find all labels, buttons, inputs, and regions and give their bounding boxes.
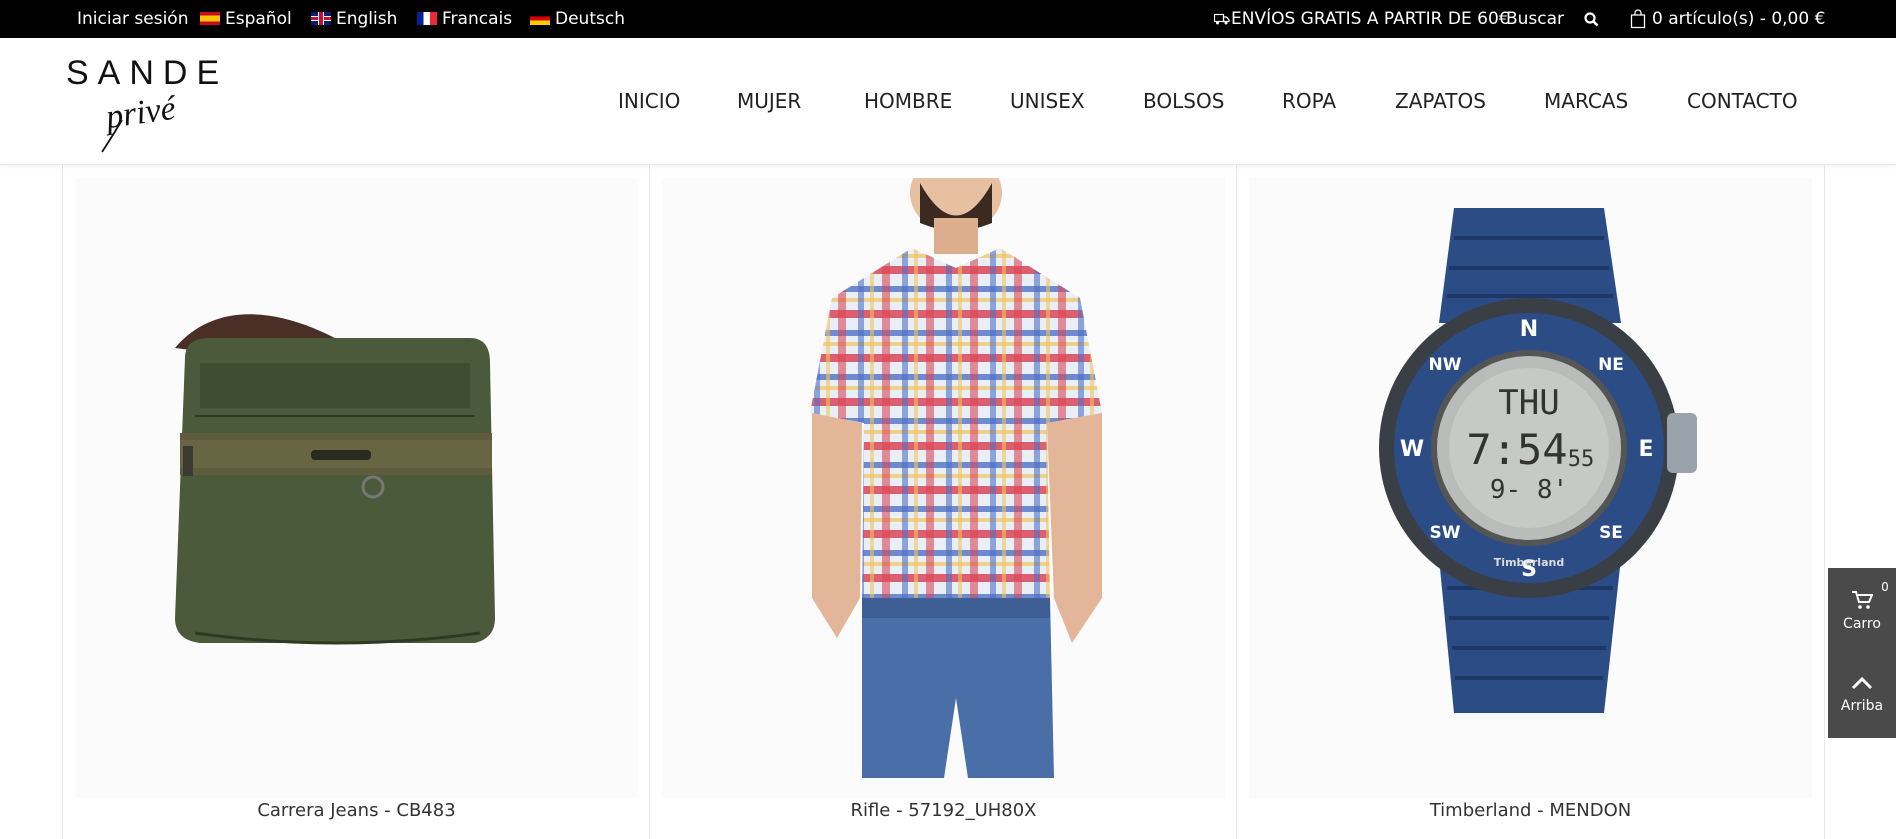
nav-mujer[interactable]: MUJER (737, 38, 801, 164)
watch-e: E (1638, 437, 1653, 462)
product-name[interactable]: Rifle - 57192_UH80X (650, 800, 1237, 821)
product-card[interactable]: N S W E NE NW SE SW THU 7:54 55 9- 8' Ti… (1236, 164, 1825, 839)
france-flag-icon (417, 11, 437, 25)
search-icon[interactable] (1584, 0, 1599, 38)
spain-flag-icon (200, 11, 220, 25)
floating-side-panel: 0 Carro Arriba (1828, 568, 1896, 738)
side-cart-button[interactable]: 0 Carro (1828, 568, 1896, 652)
nav-marcas[interactable]: MARCAS (1544, 38, 1628, 164)
chevron-up-icon (1851, 676, 1873, 690)
language-fr[interactable]: Francais (417, 0, 512, 38)
logo-brand: SANDE (66, 54, 226, 92)
watch-brand: Timberland (1494, 556, 1564, 569)
watch-line3: 9- 8' (1490, 475, 1568, 505)
product-name[interactable]: Carrera Jeans - CB483 (63, 800, 650, 821)
product-card[interactable]: Rifle - 57192_UH80X (649, 164, 1237, 839)
product-grid: Carrera Jeans - CB483 Rifle - 57192_UH80… (62, 164, 1825, 839)
watch-n: N (1520, 317, 1538, 342)
watch-se: SE (1599, 523, 1623, 543)
side-cart-label: Carro (1843, 616, 1881, 632)
back-to-top-label: Arriba (1840, 698, 1884, 714)
login-link[interactable]: Iniciar sesión (77, 0, 188, 38)
product-card[interactable]: Carrera Jeans - CB483 (62, 164, 650, 839)
nav-hombre[interactable]: HOMBRE (864, 38, 952, 164)
cart-count-badge: 0 (1876, 578, 1894, 596)
language-de-label: Deutsch (555, 9, 625, 29)
free-shipping-text: ENVÍOS GRATIS A PARTIR DE 60€ (1231, 9, 1510, 29)
back-to-top-button[interactable]: Arriba (1828, 654, 1896, 738)
language-de[interactable]: Deutsch (530, 0, 625, 38)
product-image[interactable] (75, 178, 638, 798)
language-en[interactable]: English (311, 0, 397, 38)
watch-seconds: 55 (1568, 447, 1595, 472)
product-image[interactable]: N S W E NE NW SE SW THU 7:54 55 9- 8' Ti… (1249, 178, 1812, 798)
cart-icon (1852, 591, 1873, 609)
plaid-shirt-image (810, 178, 1102, 778)
logo-graphic: SANDE privé (66, 54, 226, 153)
language-en-label: English (336, 9, 398, 29)
shopping-bag-icon (1630, 9, 1646, 29)
truck-icon (1213, 13, 1230, 25)
product-name[interactable]: Timberland - MENDON (1237, 800, 1824, 821)
search-link[interactable]: Buscar (1506, 0, 1564, 38)
nav-bolsos[interactable]: BOLSOS (1143, 38, 1224, 164)
watch-nw: NW (1429, 355, 1462, 375)
nav-ropa[interactable]: ROPA (1282, 38, 1336, 164)
watch-time: 7:54 (1466, 425, 1567, 474)
language-fr-label: Francais (442, 9, 513, 29)
digital-watch-image: N S W E NE NW SE SW THU 7:54 55 9- 8' Ti… (1379, 208, 1697, 713)
watch-w: W (1400, 437, 1424, 462)
top-bar: Iniciar sesión Español English Francais … (0, 0, 1896, 38)
watch-day: THU (1498, 383, 1559, 423)
watch-ne: NE (1598, 355, 1624, 375)
cart-summary: 0 artículo(s) - 0,00 € (1652, 9, 1826, 29)
nav-unisex[interactable]: UNISEX (1010, 38, 1085, 164)
product-image[interactable] (662, 178, 1225, 798)
nav-inicio[interactable]: INICIO (618, 38, 680, 164)
germany-flag-icon (530, 11, 550, 25)
watch-sw: SW (1430, 523, 1461, 543)
language-es[interactable]: Español (200, 0, 292, 38)
crossbody-bag-image (175, 314, 495, 645)
cart-link[interactable]: 0 artículo(s) - 0,00 € (1630, 0, 1825, 38)
site-logo[interactable]: SANDE privé (66, 54, 226, 154)
logo-sub: privé (102, 89, 180, 136)
language-es-label: Español (225, 9, 292, 29)
uk-flag-icon (311, 11, 331, 25)
free-shipping-notice: ENVÍOS GRATIS A PARTIR DE 60€ (1213, 0, 1510, 38)
site-header: SANDE privé INICIO MUJER HOMBRE UNISEX B… (0, 38, 1896, 165)
nav-zapatos[interactable]: ZAPATOS (1395, 38, 1486, 164)
nav-contacto[interactable]: CONTACTO (1687, 38, 1798, 164)
